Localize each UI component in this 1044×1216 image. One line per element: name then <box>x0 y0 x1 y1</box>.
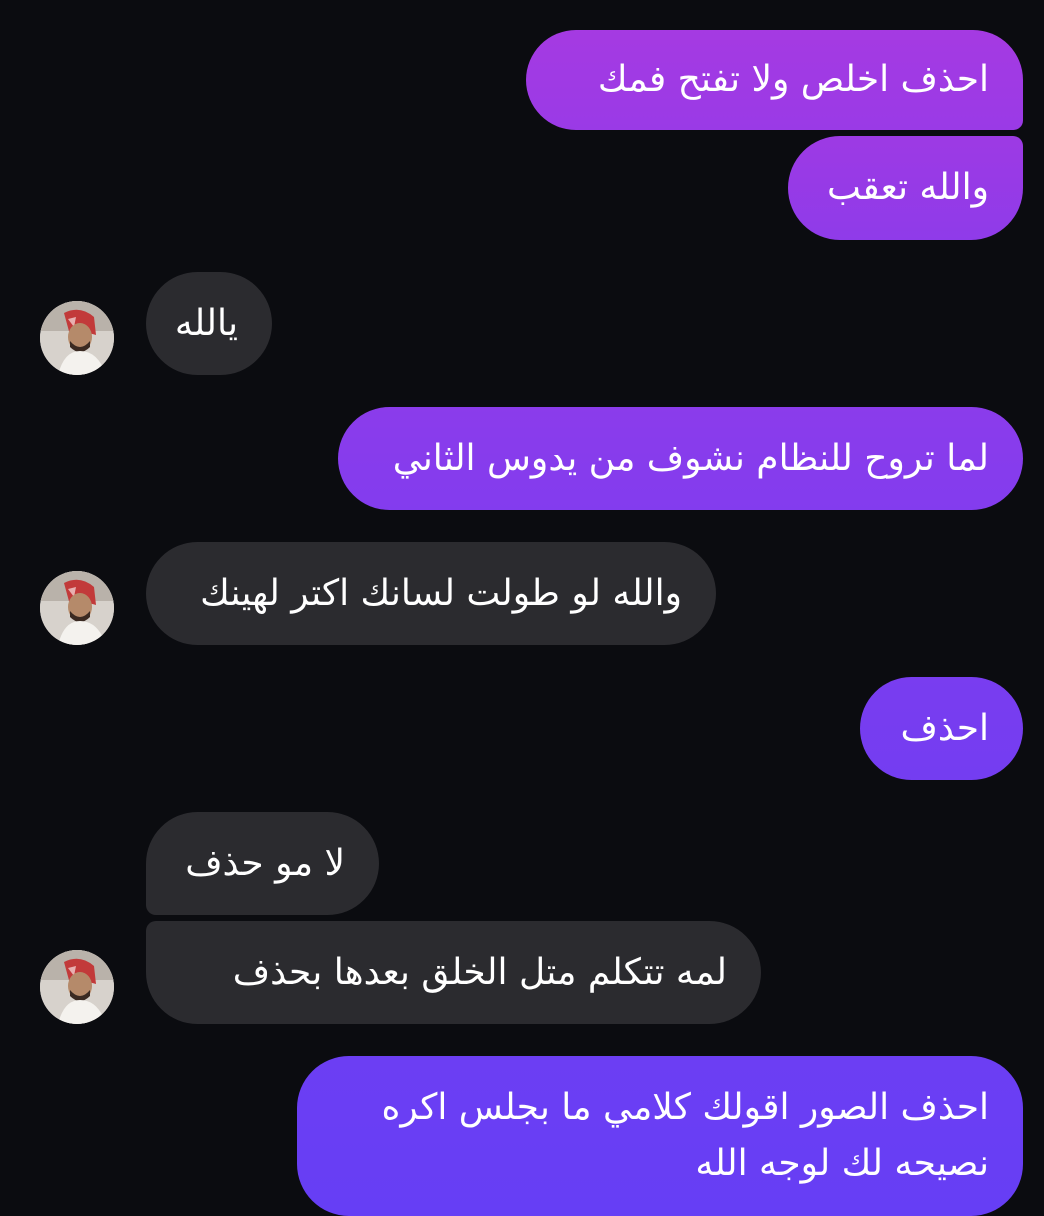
avatar-photo-icon <box>40 950 114 1024</box>
contact-avatar[interactable] <box>40 571 114 645</box>
incoming-message-bubble[interactable]: والله لو طولت لسانك اكتر لهينك <box>146 542 716 645</box>
outgoing-message-bubble[interactable]: احذف <box>860 677 1023 780</box>
message-text: والله لو طولت لسانك اكتر لهينك <box>200 572 682 614</box>
chat-thread: احذف اخلص ولا تفتح فمك والله تعقب يالله … <box>0 0 1044 1216</box>
message-text: احذف الصور اقولك كلامي ما بجلس اكره نصيح… <box>329 1056 989 1216</box>
outgoing-message-bubble[interactable]: لما تروح للنظام نشوف من يدوس الثاني <box>338 407 1023 510</box>
message-text: يالله <box>174 302 238 344</box>
outgoing-message-bubble[interactable]: والله تعقب <box>788 136 1023 240</box>
message-text: لما تروح للنظام نشوف من يدوس الثاني <box>392 437 989 479</box>
contact-avatar[interactable] <box>40 301 114 375</box>
message-text: والله تعقب <box>827 167 989 208</box>
message-text: احذف <box>900 707 989 749</box>
message-line: نصيحه لك لوجه الله <box>695 1143 989 1184</box>
message-text: احذف اخلص ولا تفتح فمك <box>597 59 989 100</box>
contact-avatar[interactable] <box>40 950 114 1024</box>
incoming-message-bubble[interactable]: يالله <box>146 272 272 375</box>
incoming-message-bubble[interactable]: لا مو حذف <box>146 812 379 915</box>
avatar-photo-icon <box>40 571 114 645</box>
incoming-message-bubble[interactable]: لمه تتكلم متل الخلق بعدها بحذف <box>146 921 761 1024</box>
outgoing-message-bubble[interactable]: احذف اخلص ولا تفتح فمك <box>526 30 1023 130</box>
avatar-photo-icon <box>40 301 114 375</box>
message-text: لا مو حذف <box>185 842 345 884</box>
message-text: لمه تتكلم متل الخلق بعدها بحذف <box>232 951 727 993</box>
outgoing-message-bubble[interactable]: احذف الصور اقولك كلامي ما بجلس اكره نصيح… <box>297 1056 1023 1216</box>
message-line: احذف الصور اقولك كلامي ما بجلس اكره <box>381 1087 989 1128</box>
